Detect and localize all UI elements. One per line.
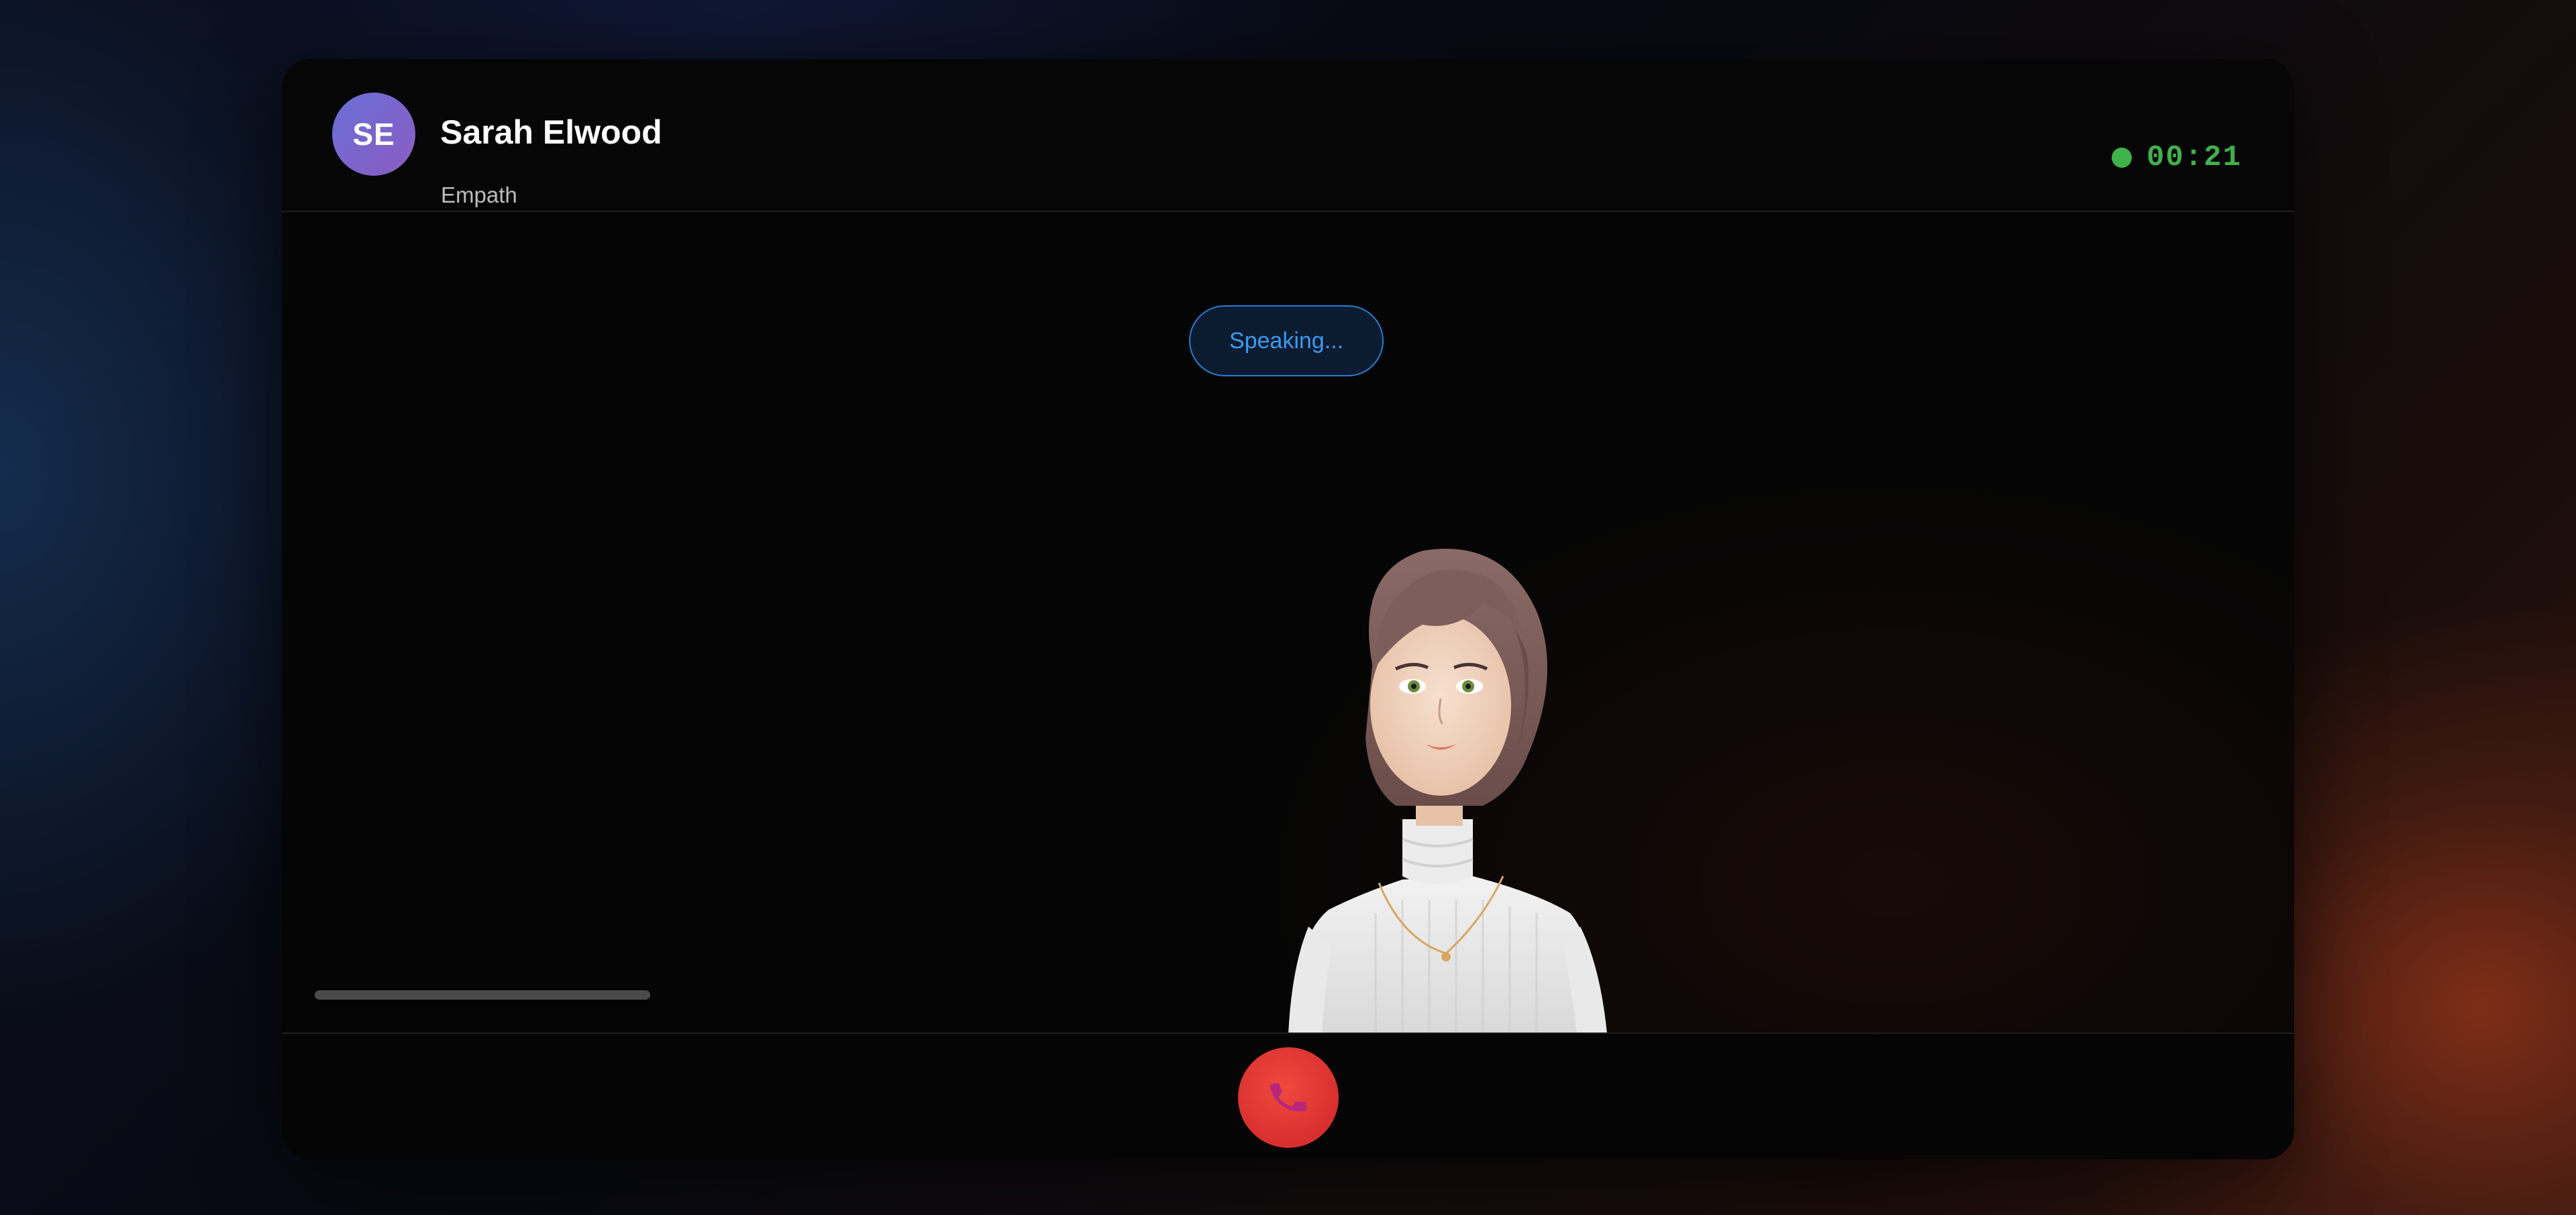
audio-progress-bar	[315, 990, 650, 1000]
call-timer: 00:21	[2146, 141, 2242, 174]
caller-name: Sarah Elwood	[440, 113, 662, 151]
video-stage: Speaking...	[282, 212, 2294, 1033]
3d-avatar-figure	[1288, 548, 1607, 1033]
speaking-status-badge: Speaking...	[1189, 305, 1384, 376]
caller-avatar: SE	[332, 93, 415, 176]
caller-initials: SE	[352, 117, 395, 152]
call-header: SE Sarah Elwood Empath 00:21	[282, 59, 2294, 212]
call-timer-group: 00:21	[2111, 141, 2242, 174]
speaking-status-label: Speaking...	[1229, 327, 1344, 354]
caller-role: Empath	[441, 182, 517, 207]
call-window: SE Sarah Elwood Empath 00:21 Speaking...	[282, 59, 2294, 1159]
connection-status-dot	[2111, 148, 2132, 168]
phone-hangup-icon	[1270, 1083, 1307, 1112]
end-call-button[interactable]	[1238, 1047, 1339, 1148]
call-controls	[282, 1033, 2294, 1159]
